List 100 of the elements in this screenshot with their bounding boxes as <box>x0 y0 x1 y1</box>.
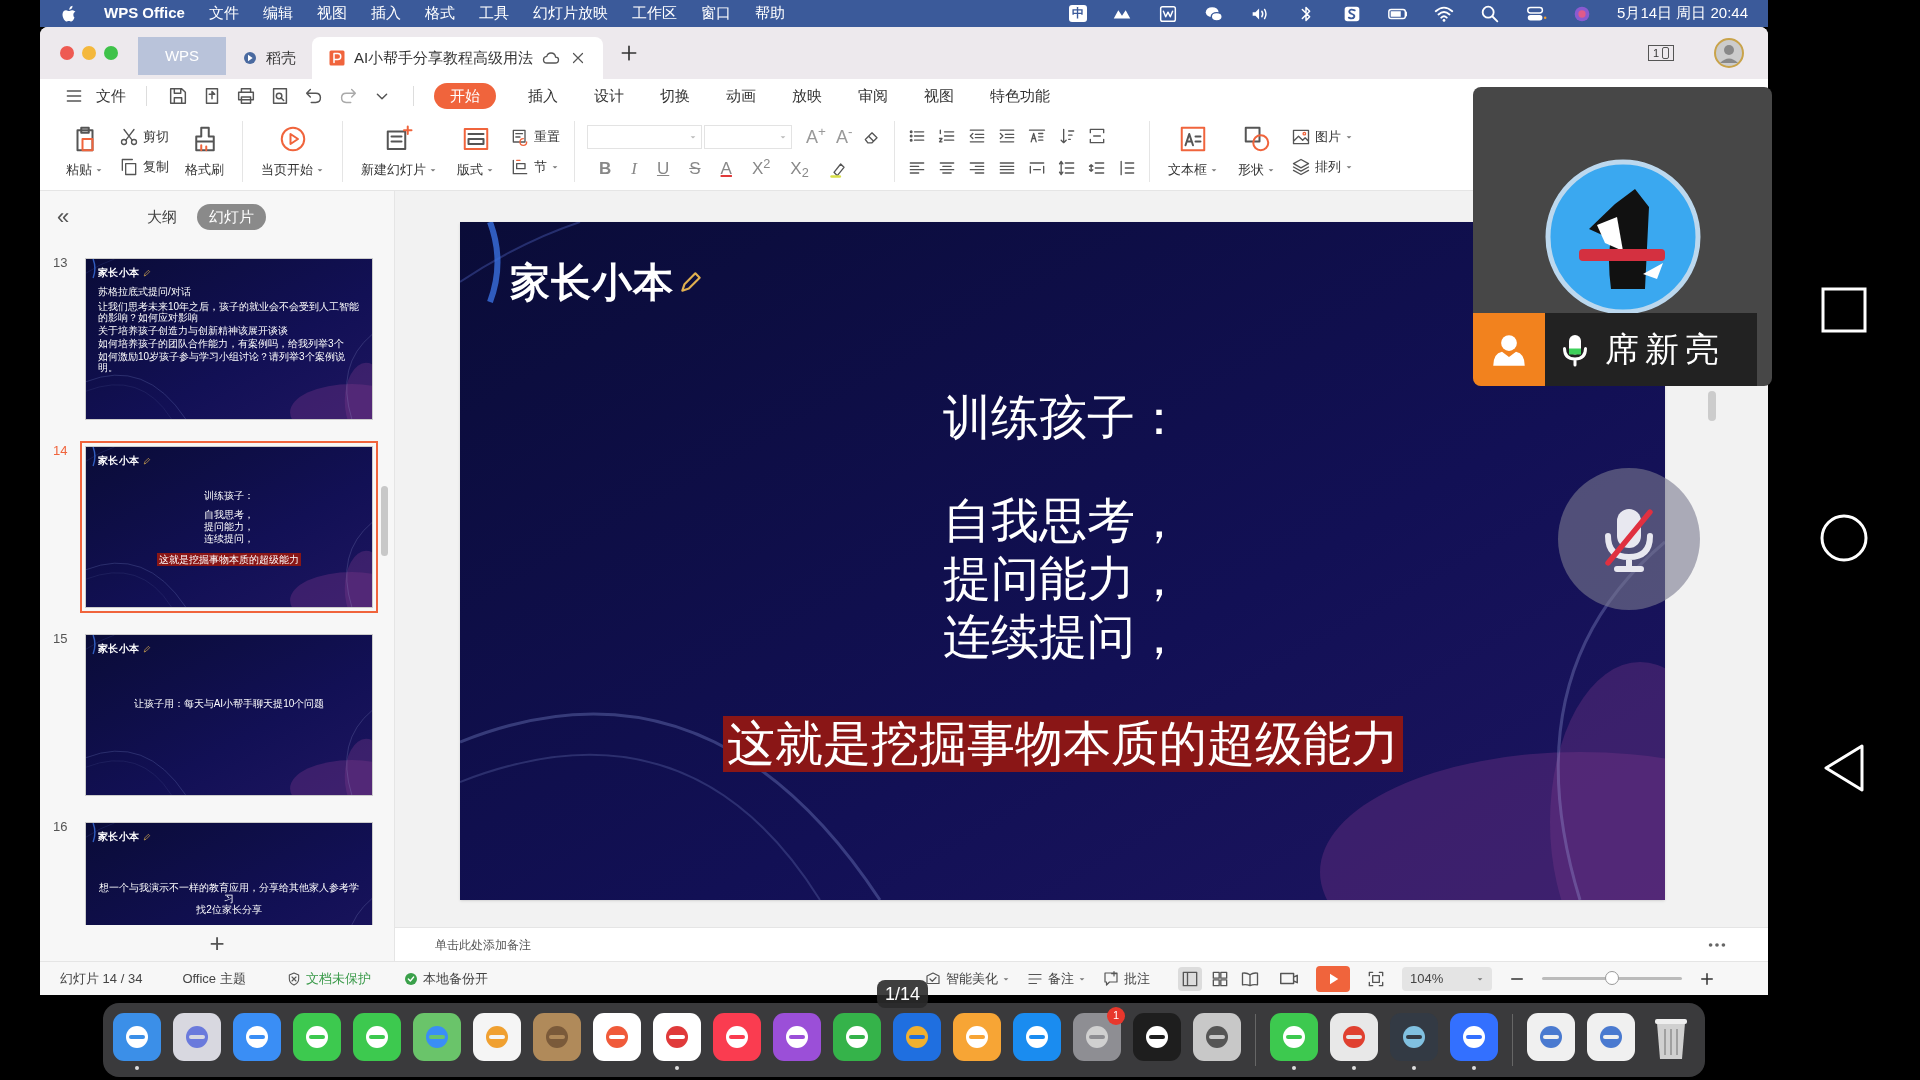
slide-number: 14 <box>52 442 69 460</box>
ribbon-button[interactable]: 图片 <box>1291 126 1354 147</box>
slide-counter: 幻灯片 14 / 34 <box>60 969 143 988</box>
menu-item[interactable]: 工作区 <box>631 2 677 25</box>
layers-icon <box>1291 156 1312 177</box>
ribbon-button[interactable]: 格式刷 <box>175 113 234 190</box>
ribbon-button[interactable]: 文本框 <box>1158 113 1229 190</box>
zoom-slider-thumb[interactable] <box>1605 971 1619 985</box>
window-control[interactable] <box>60 46 74 60</box>
app-menu[interactable]: WPS Office <box>104 2 185 25</box>
tab[interactable]: 稻壳 <box>226 37 312 79</box>
add-slide-button[interactable]: + <box>209 930 225 956</box>
view-tab[interactable]: 大纲 <box>138 203 185 231</box>
back-icon[interactable] <box>1822 743 1866 793</box>
ribbon-button[interactable]: 节 <box>510 156 560 177</box>
pen-icon <box>143 644 151 653</box>
notes-button[interactable]: 备注 <box>1026 968 1086 989</box>
subscript-button[interactable]: X$_{2}$ <box>790 160 809 177</box>
running-indicator <box>675 1065 679 1070</box>
running-indicator <box>135 1065 139 1070</box>
collapse-button[interactable]: « <box>48 206 78 228</box>
menu-item[interactable]: 帮助 <box>754 2 785 25</box>
slide-text: 关于培养孩子创造力与创新精神该展开谈谈 <box>98 325 288 336</box>
ribbon-tab[interactable]: 放映 <box>788 84 826 108</box>
running-indicator <box>1292 1065 1296 1070</box>
ribbon-tab[interactable]: 插入 <box>524 84 562 108</box>
menu-item[interactable]: 格式 <box>424 2 455 25</box>
slide-text: 连续提问， <box>942 609 1183 665</box>
ribbon-button[interactable]: 粘贴 <box>56 113 113 190</box>
slide-number: 13 <box>52 254 69 272</box>
menu-item[interactable]: 文件 <box>208 2 239 25</box>
file-menu[interactable]: 文件 <box>96 84 126 108</box>
font-name-field[interactable] <box>587 124 702 149</box>
circle-icon[interactable] <box>1819 513 1869 563</box>
ribbon-tab[interactable]: 动画 <box>722 84 760 108</box>
square-icon[interactable] <box>1821 287 1867 333</box>
slide-title: 训练孩子： <box>942 390 1183 446</box>
pen-icon <box>143 456 151 465</box>
slide-text: 如何激励10岁孩子参与学习小组讨论？请列举3个案例说明。 <box>98 351 346 373</box>
clock[interactable]: 5月14日 周日 20:44 <box>1617 2 1748 25</box>
highlighted-text: 这就是挖掘事物本质的超级能力 <box>722 716 1403 772</box>
pen-icon <box>143 268 151 277</box>
menu-item[interactable]: 视图 <box>316 2 347 25</box>
menu-item[interactable]: 窗口 <box>700 2 731 25</box>
ribbon-button[interactable]: 版式 <box>447 113 504 190</box>
menu-item[interactable]: 工具 <box>478 2 509 25</box>
strikethrough-button[interactable]: S <box>689 160 701 177</box>
presentation-file-icon <box>328 49 346 67</box>
ribbon-button[interactable]: 复制 <box>119 156 169 177</box>
italic-button[interactable]: I <box>631 160 637 177</box>
comments-button[interactable]: 批注 <box>1102 968 1150 989</box>
ribbon-tab[interactable]: 切换 <box>656 84 694 108</box>
slide-logo: 家长小本 <box>510 259 674 306</box>
superscript-button[interactable]: X$^{2}$ <box>751 160 771 177</box>
ribbon-tab[interactable]: 审阅 <box>854 84 892 108</box>
ribbon-button[interactable]: 排列 <box>1291 156 1354 177</box>
slide-text: 自我思考， <box>942 493 1183 549</box>
ribbon-button[interactable]: 新建幻灯片 <box>351 113 447 190</box>
slide-text: 提问能力， <box>942 551 1183 607</box>
ribbon-button[interactable]: 形状 <box>1228 113 1286 190</box>
slide-text: 自我思考， <box>204 509 254 521</box>
menu-item[interactable]: 编辑 <box>262 2 293 25</box>
ribbon-button[interactable]: 重置 <box>510 126 560 147</box>
font-color-button[interactable]: A <box>720 160 732 177</box>
input-method-indicator[interactable]: 中 <box>1069 5 1088 22</box>
slide-heading: 苏格拉底式提问/对话 <box>98 285 191 299</box>
menu-item[interactable]: 幻灯片放映 <box>532 2 608 25</box>
slide-title: 训练孩子： <box>204 489 254 503</box>
slide-thumbnail[interactable]: 家长小本 训练孩子： 自我思考， 提问能力， 连续提问， 这就是挖掘事物本质的超级能力 <box>80 441 378 613</box>
backup-status[interactable]: 本地备份开 <box>422 968 488 989</box>
play-button[interactable] <box>1316 965 1350 992</box>
view-mode-button[interactable] <box>1178 966 1202 991</box>
user-avatar[interactable] <box>1714 38 1744 68</box>
running-indicator <box>1472 1065 1476 1070</box>
ribbon-button[interactable]: 剪切 <box>119 126 169 147</box>
slide-number: 16 <box>52 818 69 836</box>
print-icon[interactable] <box>235 85 257 107</box>
bold-button[interactable]: B <box>599 160 612 177</box>
slide-title: 让孩子用：每天与AI小帮手聊天提10个问题 <box>133 697 325 711</box>
font-size-field[interactable] <box>704 124 792 149</box>
slide-text: 找2位家长分享 <box>196 904 262 915</box>
ribbon-button[interactable]: 当页开始 <box>251 113 334 190</box>
zoom-field[interactable]: 104% <box>1402 966 1492 991</box>
slide-text: 如何培养孩子的团队合作能力，有案例吗，给我列举3个 <box>98 338 344 349</box>
scrollbar[interactable] <box>1708 391 1716 421</box>
device-button[interactable]: 1 <box>1647 45 1674 61</box>
underline-button[interactable]: U <box>656 160 670 177</box>
slide-text: 提问能力， <box>204 521 254 533</box>
scrollbar[interactable] <box>381 486 388 556</box>
highlighted-text: 这就是挖掘事物本质的超级能力 <box>157 553 301 566</box>
tab[interactable]: AI小帮手分享教程高级用法 <box>312 37 604 79</box>
copy-icon <box>119 156 139 177</box>
ribbon-tab[interactable]: 特色功能 <box>986 84 1054 108</box>
avatar-icon <box>1545 159 1701 315</box>
slide-logo: 家长小本 <box>98 266 139 280</box>
ribbon-tab[interactable]: 视图 <box>920 84 958 108</box>
menu-item[interactable]: 插入 <box>370 2 401 25</box>
notification-badge: 1 <box>1107 1006 1125 1025</box>
save-icon[interactable] <box>167 85 189 107</box>
ribbon-tab[interactable]: 设计 <box>590 84 628 108</box>
